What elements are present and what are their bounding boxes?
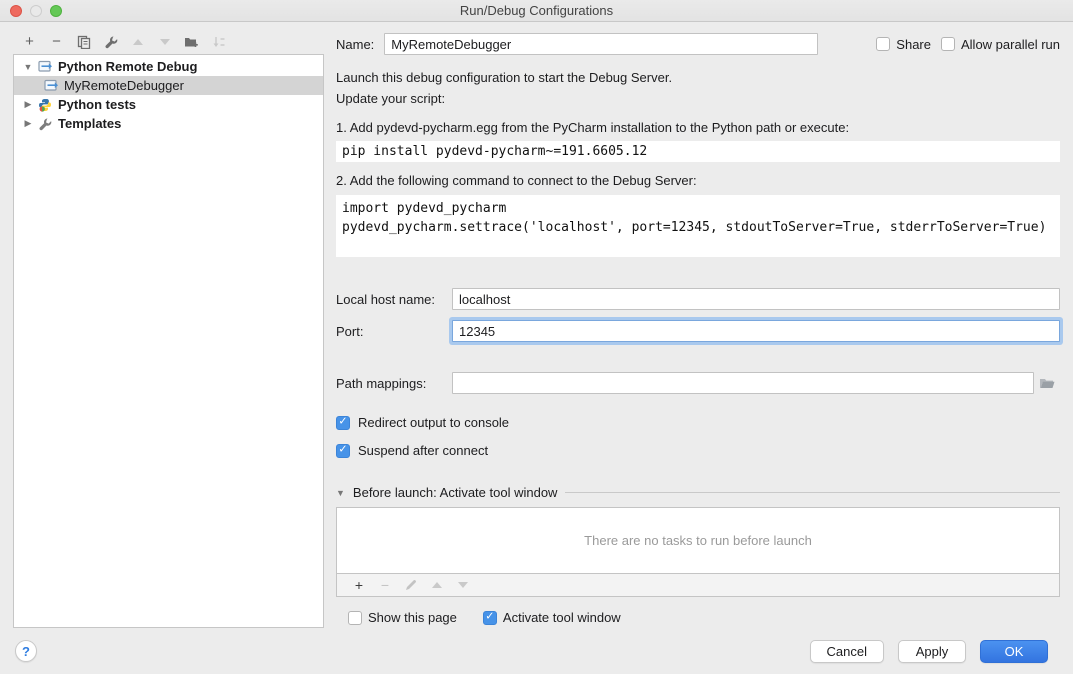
header-rule — [565, 492, 1060, 493]
apply-button[interactable]: Apply — [898, 640, 966, 663]
chevron-right-icon[interactable]: ▶ — [20, 118, 36, 129]
move-down-icon — [151, 33, 178, 51]
templates-wrench-icon — [36, 117, 54, 131]
description-line-2: Update your script: — [336, 89, 1060, 109]
tree-item-templates[interactable]: ▶ Templates — [14, 114, 323, 133]
tree-item-label: Templates — [58, 116, 121, 131]
step-1-text: 1. Add pydevd-pycharm.egg from the PyCha… — [336, 118, 1060, 138]
edit-templates-wrench-icon[interactable] — [97, 33, 124, 51]
browse-path-mappings-button[interactable] — [1034, 372, 1060, 394]
before-launch-toolbar: + − — [336, 574, 1060, 597]
remote-debug-config-icon — [42, 79, 60, 93]
remove-task-button: − — [372, 577, 398, 593]
code-line-1: import pydevd_pycharm — [342, 201, 506, 216]
code-line-2: pydevd_pycharm.settrace('localhost', por… — [342, 220, 1046, 235]
suspend-after-connect-checkbox[interactable]: ✓ — [336, 444, 350, 458]
local-host-name-label: Local host name: — [336, 292, 452, 307]
local-host-name-input[interactable] — [452, 288, 1060, 310]
sort-configurations-icon — [205, 33, 232, 51]
redirect-output-label: Redirect output to console — [358, 415, 509, 430]
share-checkbox[interactable] — [876, 37, 890, 51]
remove-configuration-button[interactable]: − — [43, 33, 70, 51]
activate-tool-window-label: Activate tool window — [503, 610, 621, 625]
allow-parallel-run-label: Allow parallel run — [961, 37, 1060, 52]
activate-tool-window-group[interactable]: ✓ Activate tool window — [483, 610, 621, 625]
before-launch-header[interactable]: ▼ Before launch: Activate tool window — [336, 485, 1060, 500]
add-configuration-button[interactable]: + — [16, 33, 43, 51]
port-label: Port: — [336, 324, 452, 339]
path-mappings-label: Path mappings: — [336, 376, 452, 391]
step-2-text: 2. Add the following command to connect … — [336, 171, 1060, 191]
add-task-button[interactable]: + — [346, 577, 372, 593]
close-window-button[interactable] — [10, 5, 22, 17]
dialog-footer: ? Cancel Apply OK — [0, 628, 1073, 674]
tree-item-label: Python tests — [58, 97, 136, 112]
path-mappings-input[interactable] — [452, 372, 1034, 394]
show-this-page-label: Show this page — [368, 610, 457, 625]
allow-parallel-run-checkbox-group[interactable]: Allow parallel run — [941, 37, 1060, 52]
tree-item-label: Python Remote Debug — [58, 59, 197, 74]
title-bar: Run/Debug Configurations — [0, 0, 1073, 22]
collapse-triangle-icon[interactable]: ▼ — [336, 488, 345, 498]
before-launch-title: Before launch: Activate tool window — [353, 485, 558, 500]
move-task-up-icon — [424, 582, 450, 588]
configuration-editor: Name: Share Allow parallel run Launch th… — [336, 22, 1060, 628]
allow-parallel-run-checkbox[interactable] — [941, 37, 955, 51]
configurations-toolbar: + − — [0, 22, 336, 54]
empty-tasks-text: There are no tasks to run before launch — [584, 533, 812, 548]
redirect-output-checkbox[interactable]: ✓ — [336, 416, 350, 430]
create-folder-icon[interactable] — [178, 33, 205, 51]
share-checkbox-group[interactable]: Share — [876, 37, 931, 52]
minimize-window-button — [30, 5, 42, 17]
move-up-icon — [124, 33, 151, 51]
ok-button[interactable]: OK — [980, 640, 1048, 663]
copy-configuration-icon[interactable] — [70, 33, 97, 51]
zoom-window-button[interactable] — [50, 5, 62, 17]
show-this-page-group[interactable]: Show this page — [348, 610, 457, 625]
suspend-after-connect-label: Suspend after connect — [358, 443, 488, 458]
move-task-down-icon — [450, 582, 476, 588]
python-tests-icon — [36, 98, 54, 112]
chevron-right-icon[interactable]: ▶ — [20, 99, 36, 110]
edit-task-pencil-icon — [398, 579, 424, 591]
folder-icon — [1039, 377, 1055, 390]
share-label: Share — [896, 37, 931, 52]
chevron-down-icon[interactable]: ▼ — [20, 62, 36, 72]
help-button[interactable]: ? — [15, 640, 37, 662]
window-title: Run/Debug Configurations — [460, 3, 613, 18]
redirect-output-row[interactable]: ✓ Redirect output to console — [336, 415, 1060, 430]
configurations-tree: ▼ Python Remote Debug MyRemoteDebugger ▶ — [13, 54, 324, 628]
cancel-button[interactable]: Cancel — [810, 640, 884, 663]
name-label: Name: — [336, 37, 374, 52]
tree-item-python-remote-debug[interactable]: ▼ Python Remote Debug — [14, 57, 323, 76]
description-line-1: Launch this debug configuration to start… — [336, 68, 1060, 88]
show-this-page-checkbox[interactable] — [348, 611, 362, 625]
tree-item-label: MyRemoteDebugger — [64, 78, 184, 93]
dialog-body: + − ▼ — [0, 22, 1073, 628]
settrace-code-block: import pydevd_pycharm pydevd_pycharm.set… — [336, 195, 1060, 257]
left-panel: + − ▼ — [0, 22, 336, 628]
before-launch-task-list[interactable]: There are no tasks to run before launch — [336, 507, 1060, 574]
activate-tool-window-checkbox[interactable]: ✓ — [483, 611, 497, 625]
remote-debug-config-icon — [36, 60, 54, 74]
tree-item-python-tests[interactable]: ▶ Python tests — [14, 95, 323, 114]
port-input[interactable] — [452, 320, 1060, 342]
suspend-after-connect-row[interactable]: ✓ Suspend after connect — [336, 443, 1060, 458]
name-input[interactable] — [384, 33, 818, 55]
traffic-lights — [10, 5, 62, 17]
tree-item-myremotedebugger[interactable]: MyRemoteDebugger — [14, 76, 323, 95]
run-debug-configurations-dialog: Run/Debug Configurations + − — [0, 0, 1073, 674]
pip-install-command: pip install pydevd-pycharm~=191.6605.12 — [336, 141, 1060, 162]
